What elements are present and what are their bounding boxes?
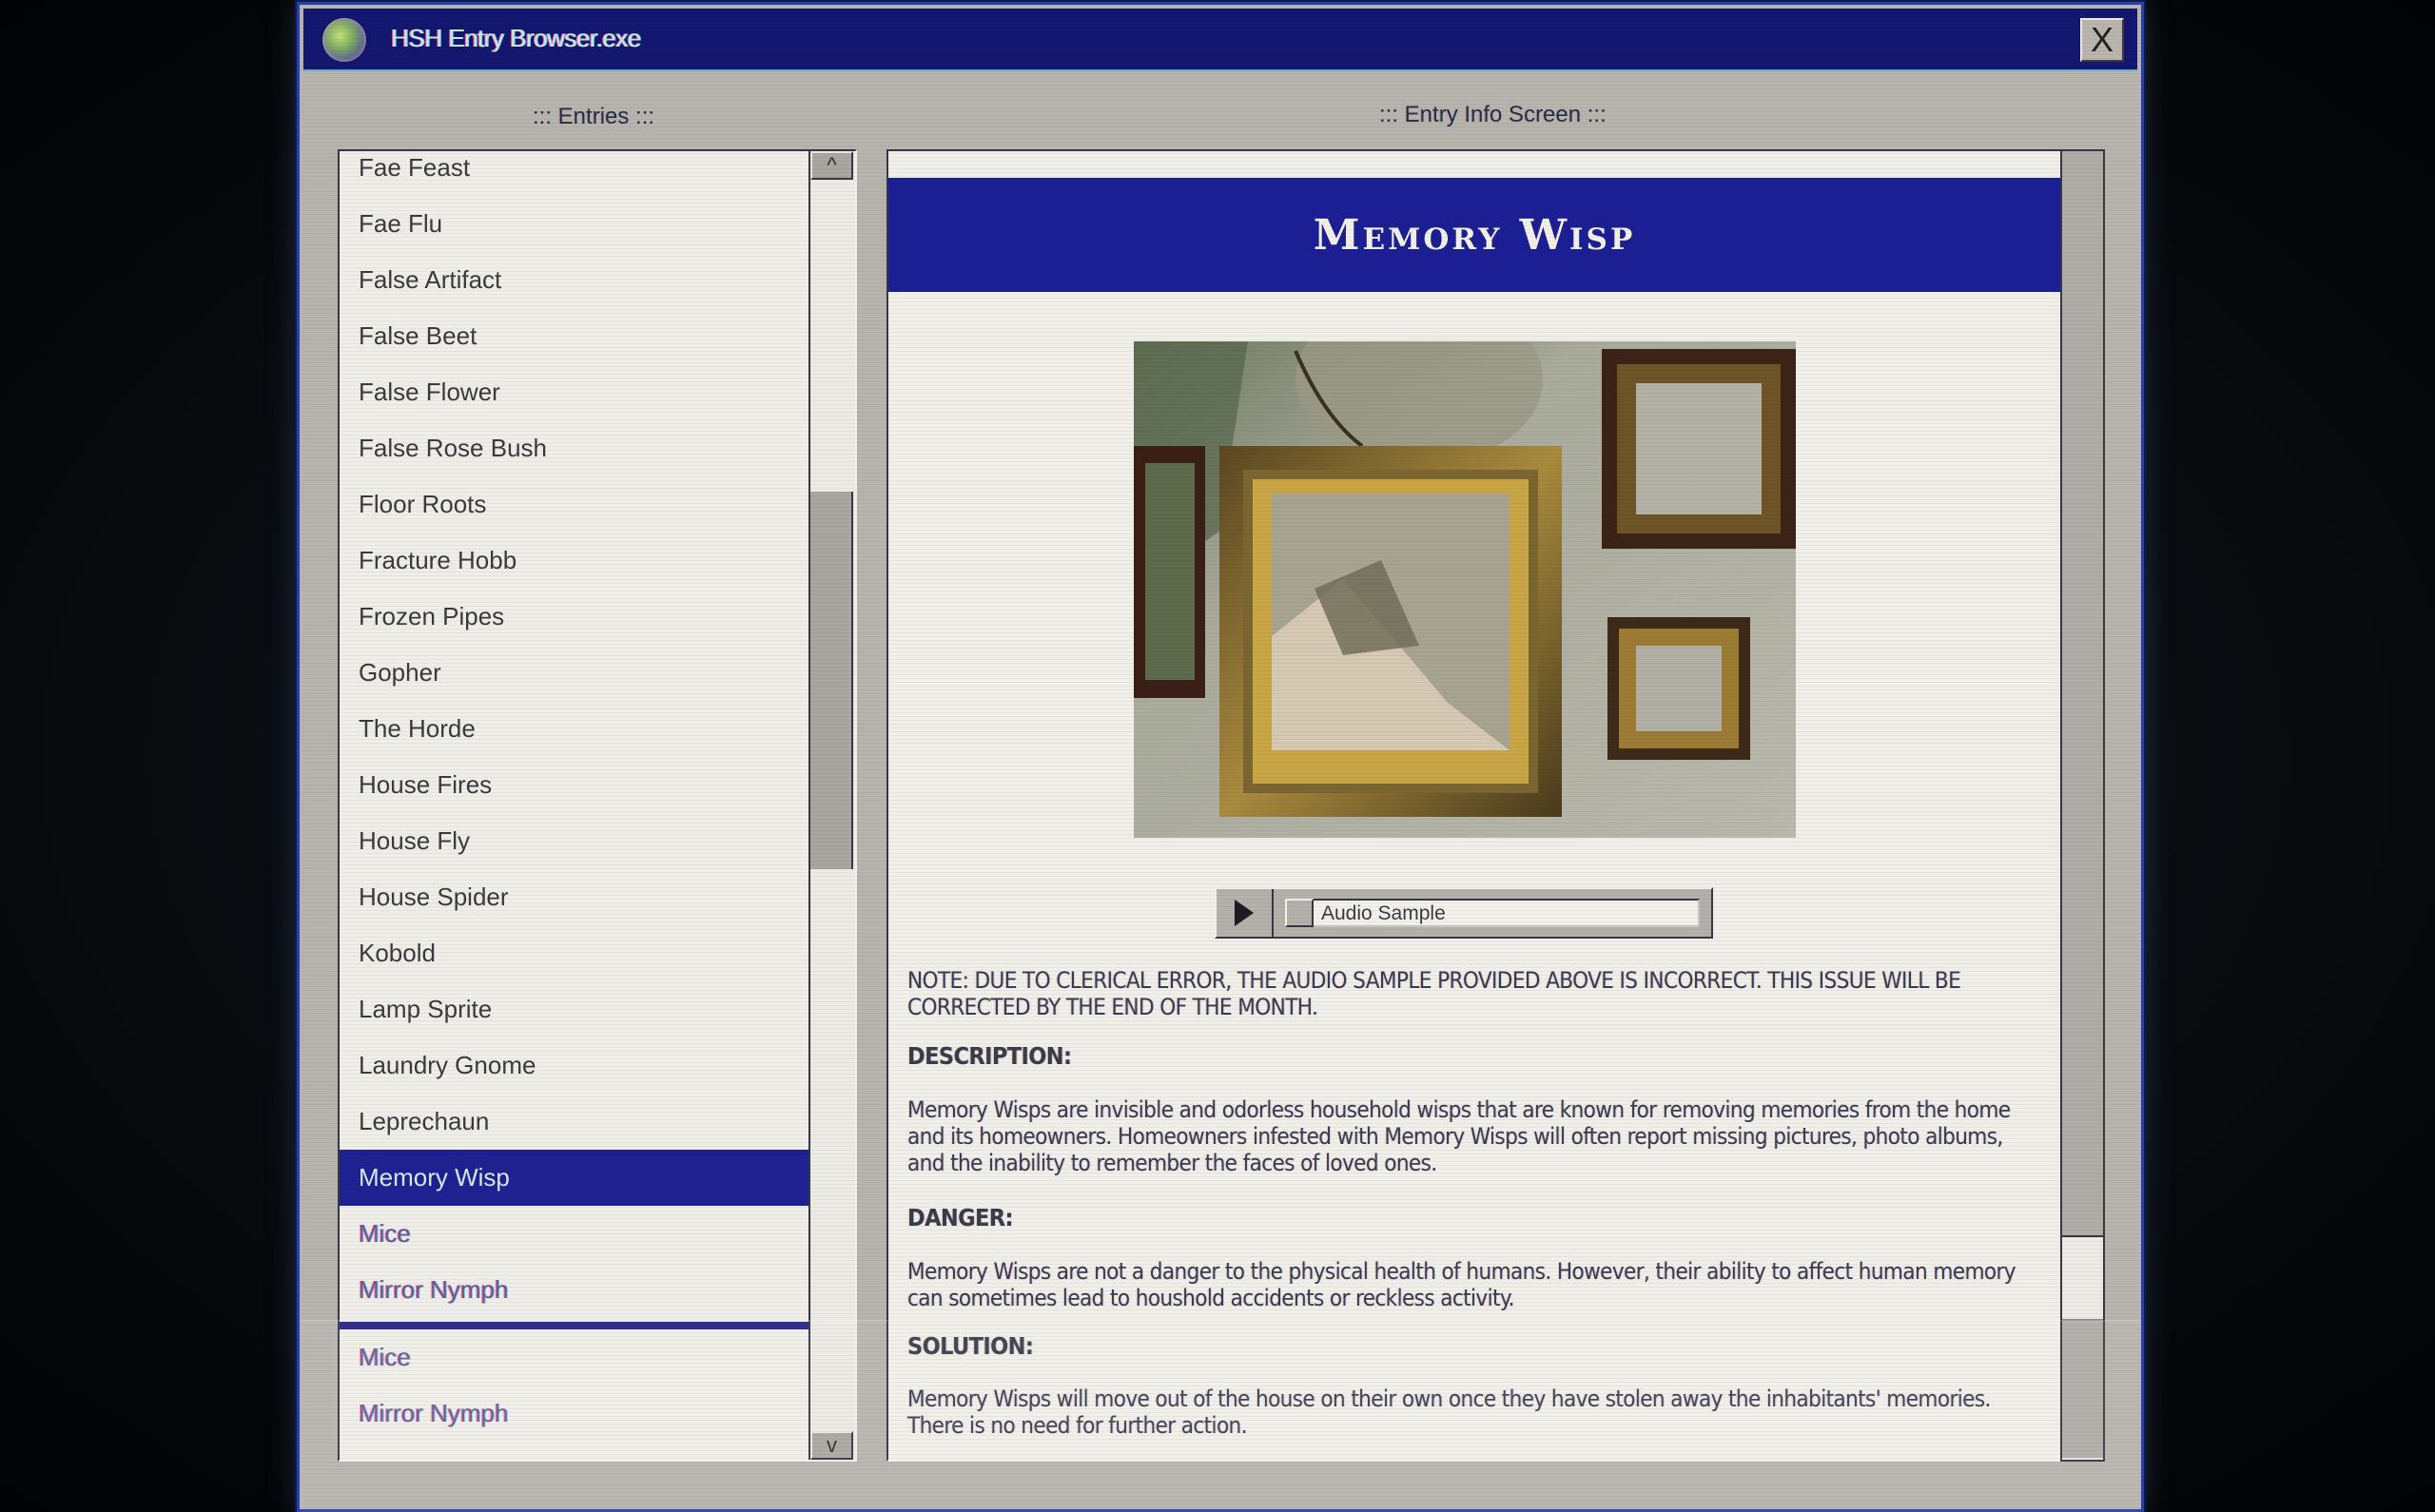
list-item-glitch-repeat[interactable]: Mice: [340, 1329, 808, 1386]
entries-scroll-thumb[interactable]: [810, 492, 853, 869]
app-window: HSH Entry Browser.exe X ::: Entries ::: …: [297, 2, 2144, 1512]
entries-label: ::: Entries :::: [533, 104, 655, 129]
entries-scrollbar[interactable]: ^ v: [808, 151, 855, 1460]
audio-player: Audio Sample: [1215, 887, 1713, 939]
list-item[interactable]: Fae Feast: [340, 151, 808, 196]
list-item[interactable]: Frozen Pipes: [340, 589, 808, 645]
audio-sample-field[interactable]: Audio Sample: [1285, 899, 1700, 927]
chevron-down-icon: v: [827, 1433, 837, 1457]
solution-heading: SOLUTION:: [907, 1332, 1034, 1360]
clerical-note: NOTE: DUE TO CLERICAL ERROR, THE AUDIO S…: [907, 967, 1961, 1020]
scroll-down-button[interactable]: v: [810, 1431, 853, 1460]
play-button[interactable]: [1217, 889, 1274, 937]
close-icon: X: [2090, 20, 2114, 59]
entries-list[interactable]: Fae Feast Fae Flu False Artifact False Beet…: [338, 149, 857, 1462]
list-item[interactable]: Fracture Hobb: [340, 533, 808, 589]
list-item[interactable]: Gopher: [340, 645, 808, 701]
info-scrollbar[interactable]: [2060, 149, 2105, 1462]
description-heading: DESCRIPTION:: [907, 1042, 1072, 1070]
danger-heading: DANGER:: [907, 1204, 1013, 1231]
list-item[interactable]: False Rose Bush: [340, 420, 808, 476]
list-item[interactable]: False Artifact: [340, 252, 808, 308]
info-scroll-track-lower[interactable]: [2062, 1319, 2103, 1458]
list-item[interactable]: Laundry Gnome: [340, 1037, 808, 1094]
list-item[interactable]: Mirror Nymph: [340, 1262, 808, 1318]
entry-image: [1134, 341, 1796, 838]
list-item[interactable]: Kobold: [340, 925, 808, 981]
play-icon: [1235, 900, 1254, 926]
entry-info-panel: Memory Wisp Audio Sample NOTE: DUE TO CL…: [886, 149, 2062, 1462]
list-item[interactable]: House Fly: [340, 813, 808, 869]
close-button[interactable]: X: [2080, 18, 2124, 62]
solution-text: Memory Wisps will move out of the house …: [907, 1386, 1991, 1439]
list-item[interactable]: Mice: [340, 1206, 808, 1262]
picture-frames-illustration: [1134, 341, 1796, 838]
list-item[interactable]: Leprechaun: [340, 1094, 808, 1150]
title-bar[interactable]: HSH Entry Browser.exe X: [303, 9, 2137, 71]
list-item[interactable]: False Flower: [340, 364, 808, 420]
list-item[interactable]: House Fires: [340, 757, 808, 813]
window-title: HSH Entry Browser.exe: [391, 24, 641, 52]
list-item[interactable]: Floor Roots: [340, 476, 808, 533]
entry-title: Memory Wisp: [1313, 210, 1636, 260]
globe-icon: [322, 18, 366, 62]
list-item[interactable]: The Horde: [340, 701, 808, 757]
audio-sample-label: Audio Sample: [1321, 902, 1446, 924]
list-item[interactable]: Lamp Sprite: [340, 981, 808, 1037]
list-item[interactable]: House Spider: [340, 869, 808, 925]
list-item[interactable]: Fae Flu: [340, 196, 808, 252]
entry-title-banner: Memory Wisp: [888, 178, 2060, 292]
list-item[interactable]: False Beet: [340, 308, 808, 364]
chevron-up-icon: ^: [827, 153, 837, 177]
scroll-up-button[interactable]: ^: [810, 151, 853, 180]
description-text: Memory Wisps are invisible and odorless …: [907, 1096, 2011, 1176]
entry-info-label: ::: Entry Info Screen :::: [1379, 102, 1607, 127]
info-scroll-thumb[interactable]: [2062, 151, 2103, 1237]
list-item-glitch-repeat[interactable]: Mirror Nymph: [340, 1386, 808, 1442]
danger-text: Memory Wisps are not a danger to the phy…: [907, 1258, 2016, 1311]
list-item-selected[interactable]: Memory Wisp: [340, 1150, 808, 1206]
audio-checkbox[interactable]: [1285, 899, 1314, 927]
crt-tear-line: [340, 1322, 808, 1329]
